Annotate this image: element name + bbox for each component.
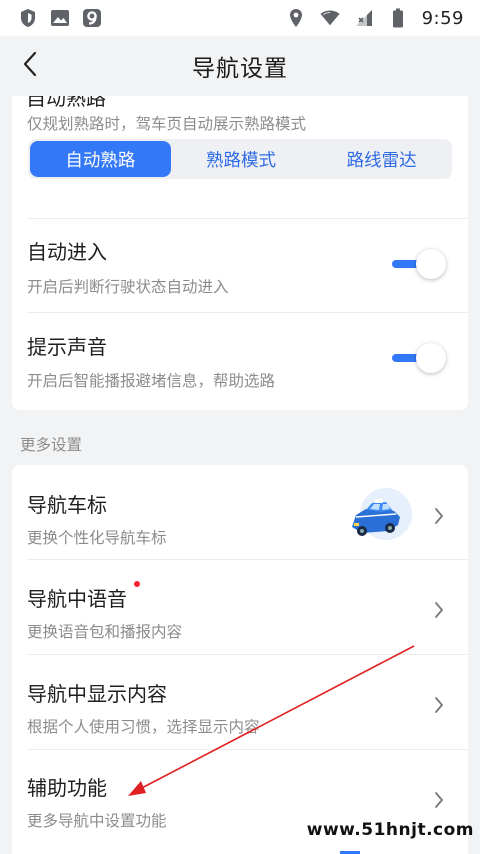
list-item-title: 导航车标	[27, 493, 107, 517]
list-item-nav-display-content[interactable]: 导航中显示内容 根据个人使用习惯，选择显示内容	[12, 655, 468, 749]
chevron-right-icon	[432, 506, 446, 526]
list-item-description: 根据个人使用习惯，选择显示内容	[27, 718, 260, 736]
list-item-title: 导航中语音	[27, 587, 127, 611]
shield-icon	[18, 8, 38, 28]
list-item-description: 更换个性化导航车标	[27, 529, 167, 547]
list-item-description: 更换语音包和播报内容	[27, 623, 183, 641]
prompt-sound-title: 提示声音	[27, 335, 107, 359]
list-item-description: 更多导航中设置功能	[27, 812, 167, 830]
segment-auto-familiar[interactable]: 自动熟路	[30, 141, 171, 177]
image-icon	[50, 8, 70, 28]
auto-enter-description: 开启后判断行驶状态自动进入	[27, 278, 229, 296]
status-bar: 9:59	[0, 0, 480, 36]
familiar-route-description: 仅规划熟路时，驾车页自动展示熟路模式	[27, 115, 307, 133]
chevron-right-icon	[432, 695, 446, 715]
car-icon	[342, 487, 412, 545]
route-settings-card: 自动熟路 仅规划熟路时，驾车页自动展示熟路模式 自动熟路 熟路模式 路线雷达 自…	[12, 96, 468, 410]
divider	[27, 312, 468, 313]
more-settings-label: 更多设置	[20, 436, 83, 454]
battery-icon	[388, 8, 408, 28]
list-item-title: 导航中显示内容	[27, 682, 167, 706]
divider	[27, 218, 468, 219]
list-item-nav-voice[interactable]: 导航中语音 更换语音包和播报内容	[12, 560, 468, 654]
prompt-sound-description: 开启后智能播报避堵信息，帮助选路	[27, 372, 276, 390]
list-item-title: 辅助功能	[27, 776, 107, 800]
location-icon	[286, 8, 306, 28]
app-9-icon	[82, 8, 102, 28]
back-button[interactable]	[12, 48, 48, 84]
familiar-route-title: 自动熟路	[26, 96, 106, 110]
page-title: 导航设置	[192, 56, 288, 82]
segment-route-radar[interactable]: 路线雷达	[311, 139, 452, 179]
status-left-icons	[18, 8, 102, 28]
familiar-route-mode-segment: 自动熟路 熟路模式 路线雷达	[28, 139, 452, 179]
auto-enter-title: 自动进入	[27, 240, 107, 264]
segment-familiar-mode[interactable]: 熟路模式	[171, 139, 312, 179]
navigation-header: 导航设置	[0, 36, 480, 96]
status-time: 9:59	[421, 7, 464, 29]
watermark-text: www.51hnjt.com	[306, 820, 474, 840]
chevron-left-icon	[22, 51, 38, 81]
new-badge-dot	[134, 581, 140, 587]
prompt-sound-toggle[interactable]	[392, 343, 446, 373]
auto-enter-toggle[interactable]	[392, 249, 446, 279]
status-right-icons: 9:59	[286, 8, 464, 29]
chevron-right-icon	[432, 600, 446, 620]
chevron-right-icon	[432, 790, 446, 810]
wifi-icon	[320, 8, 340, 28]
list-item-nav-car-icon[interactable]: 导航车标 更换个性化导航车标	[12, 465, 468, 559]
signal-icon	[354, 8, 374, 28]
more-settings-card: 导航车标 更换个性化导航车标 导航中语音 更换语音包和播报内容 导航中显示内容 …	[12, 465, 468, 854]
